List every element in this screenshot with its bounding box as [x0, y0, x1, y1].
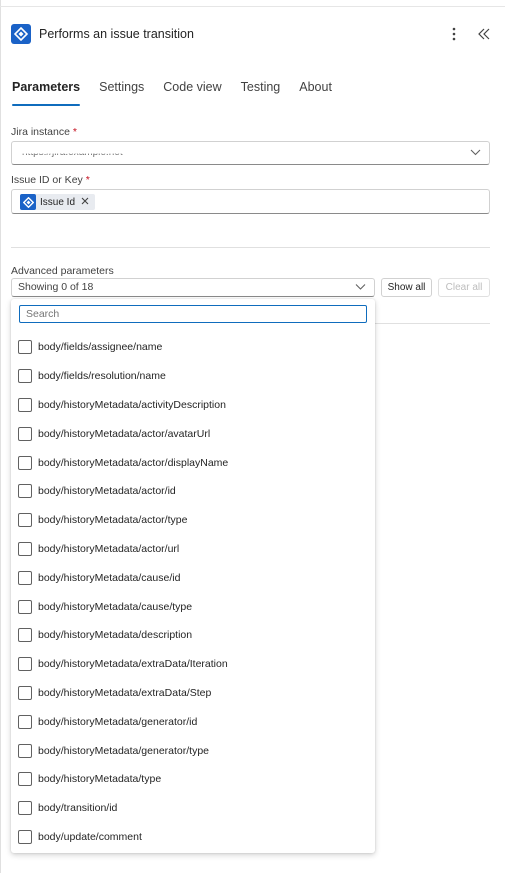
option-label: body/historyMetadata/actor/id [38, 485, 176, 498]
checkbox[interactable] [18, 426, 32, 441]
double-chevron-left-icon[interactable] [473, 23, 495, 45]
option-item[interactable]: body/historyMetadata/generator/id [11, 707, 375, 736]
panel-left-border [0, 0, 1, 873]
option-item[interactable]: body/historyMetadata/actor/url [11, 535, 375, 564]
advanced-parameters-select[interactable]: Showing 0 of 18 [11, 278, 375, 297]
tab-testing[interactable]: Testing [241, 78, 281, 106]
option-label: body/historyMetadata/actor/url [38, 542, 180, 555]
checkbox[interactable] [18, 599, 32, 614]
option-label: body/historyMetadata/description [38, 629, 193, 642]
clear-all-button[interactable]: Clear all [438, 278, 490, 297]
section-divider [11, 247, 490, 248]
advanced-parameters-label: Advanced parameters [11, 265, 114, 277]
checkbox[interactable] [18, 714, 32, 729]
option-item[interactable]: body/historyMetadata/activityDescription [11, 391, 375, 420]
option-item[interactable]: body/historyMetadata/actor/avatarUrl [11, 419, 375, 448]
chevron-down-icon [470, 147, 481, 159]
section-divider [375, 323, 490, 324]
option-label: body/historyMetadata/cause/type [38, 600, 193, 613]
option-label: body/historyMetadata/generator/id [38, 715, 198, 728]
jira-logo-icon [11, 24, 31, 44]
option-item[interactable]: body/historyMetadata/generator/type [11, 736, 375, 765]
option-item[interactable]: body/historyMetadata/cause/type [11, 592, 375, 621]
checkbox[interactable] [18, 628, 32, 643]
token-label: Issue Id [40, 196, 76, 208]
tab-settings[interactable]: Settings [99, 78, 144, 106]
top-divider [0, 6, 505, 7]
jira-instance-dropdown[interactable]: https://jira.example.net [11, 141, 490, 165]
option-item[interactable]: body/historyMetadata/extraData/Step [11, 679, 375, 708]
option-label: body/fields/resolution/name [38, 370, 166, 383]
option-item[interactable]: body/update/comment [11, 823, 375, 852]
more-vertical-icon[interactable] [443, 23, 465, 45]
panel-header: Performs an issue transition [11, 22, 495, 46]
option-label: body/historyMetadata/cause/id [38, 571, 181, 584]
checkbox[interactable] [18, 657, 32, 672]
jira-logo-icon [20, 194, 36, 210]
tab-about[interactable]: About [299, 78, 332, 106]
select-value: Showing 0 of 18 [18, 281, 94, 293]
jira-instance-value: https://jira.example.net [22, 147, 123, 158]
option-list: body/fields/assignee/name body/fields/res… [11, 333, 375, 851]
checkbox[interactable] [18, 484, 32, 499]
checkbox[interactable] [18, 829, 32, 844]
option-label: body/historyMetadata/activityDescription [38, 398, 226, 411]
option-label: body/transition/id [38, 802, 118, 815]
option-item[interactable]: body/historyMetadata/cause/id [11, 563, 375, 592]
option-label: body/fields/assignee/name [38, 341, 163, 354]
jira-instance-label: Jira instance * [11, 126, 77, 138]
option-item[interactable]: body/historyMetadata/type [11, 765, 375, 794]
option-label: body/historyMetadata/actor/avatarUrl [38, 427, 211, 440]
option-label: body/update/comment [38, 830, 142, 843]
option-label: body/historyMetadata/type [38, 773, 162, 786]
option-label: body/historyMetadata/extraData/Step [38, 686, 212, 699]
show-all-button[interactable]: Show all [381, 278, 432, 297]
chevron-down-icon [355, 279, 366, 296]
checkbox[interactable] [18, 397, 32, 412]
checkbox[interactable] [18, 772, 32, 787]
search-input[interactable] [19, 305, 367, 323]
checkbox[interactable] [18, 685, 32, 700]
option-label: body/historyMetadata/actor/type [38, 514, 188, 527]
option-label: body/historyMetadata/generator/type [38, 744, 210, 757]
option-item[interactable]: body/historyMetadata/actor/displayName [11, 448, 375, 477]
option-item[interactable]: body/historyMetadata/extraData/Iteration [11, 650, 375, 679]
option-item[interactable]: body/historyMetadata/actor/type [11, 506, 375, 535]
tab-code-view[interactable]: Code view [163, 78, 221, 106]
option-label: body/historyMetadata/extraData/Iteration [38, 658, 228, 671]
close-icon[interactable] [81, 196, 89, 208]
issue-id-input[interactable]: Issue Id [11, 189, 490, 214]
checkbox[interactable] [18, 801, 32, 816]
panel-title: Performs an issue transition [39, 27, 194, 41]
checkbox[interactable] [18, 541, 32, 556]
option-item[interactable]: body/historyMetadata/description [11, 621, 375, 650]
option-item[interactable]: body/fields/assignee/name [11, 333, 375, 362]
checkbox[interactable] [18, 455, 32, 470]
checkbox[interactable] [18, 513, 32, 528]
issue-id-label: Issue ID or Key * [11, 174, 90, 186]
option-item[interactable]: body/historyMetadata/actor/id [11, 477, 375, 506]
checkbox[interactable] [18, 570, 32, 585]
tab-parameters[interactable]: Parameters [12, 78, 81, 106]
advanced-parameters-listbox: body/fields/assignee/name body/fields/res… [11, 299, 375, 853]
required-mark: * [85, 174, 90, 186]
required-mark: * [72, 126, 77, 138]
option-item[interactable]: body/transition/id [11, 794, 375, 823]
option-item[interactable]: body/fields/resolution/name [11, 362, 375, 391]
tab-bar: Parameters Settings Code view Testing Ab… [12, 78, 351, 106]
option-label: body/historyMetadata/actor/displayName [38, 456, 229, 469]
checkbox[interactable] [18, 743, 32, 758]
issue-id-token[interactable]: Issue Id [20, 194, 96, 210]
checkbox[interactable] [18, 340, 32, 355]
checkbox[interactable] [18, 369, 32, 384]
